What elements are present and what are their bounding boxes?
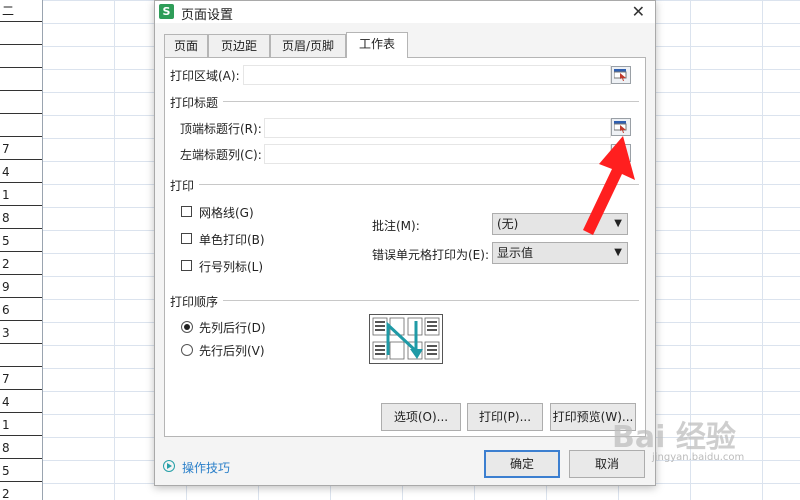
cell-a3[interactable] <box>0 46 42 68</box>
down-then-over-label: 先列后行(D) <box>199 321 266 335</box>
cell-a20[interactable]: 8 <box>0 437 42 459</box>
cell-a4[interactable] <box>0 69 42 91</box>
watermark-logo: Bai 经验 <box>612 420 736 455</box>
cell-a21[interactable]: 5 <box>0 460 42 482</box>
print-order-section: 打印顺序 <box>170 295 219 309</box>
play-tip-icon[interactable] <box>163 460 175 472</box>
cell-a19[interactable]: 1 <box>0 414 42 436</box>
cell-a1[interactable]: 二 <box>0 0 42 22</box>
cell-a2[interactable] <box>0 23 42 45</box>
worksheet-panel: 打印区域(A): 打印标题 顶端标题行(R): 左端标题列(C): 打印 网格线… <box>164 57 646 437</box>
cell-a10[interactable]: 8 <box>0 207 42 229</box>
tips-link[interactable]: 操作技巧 <box>182 459 230 476</box>
errors-value: 显示值 <box>497 246 534 260</box>
print-button[interactable]: 打印(P)... <box>467 403 543 431</box>
section-divider <box>223 101 639 102</box>
tab-margins[interactable]: 页边距 <box>208 34 270 57</box>
cell-a9[interactable]: 1 <box>0 184 42 206</box>
options-button[interactable]: 选项(O)... <box>381 403 461 431</box>
left-cols-label: 左端标题列(C): <box>180 148 262 162</box>
tab-worksheet[interactable]: 工作表 <box>346 32 408 58</box>
print-area-input[interactable] <box>243 65 611 85</box>
print-titles-section: 打印标题 <box>170 96 219 110</box>
print-area-range-picker[interactable] <box>611 66 631 84</box>
watermark: Bai 经验 jingyan.baidu.com <box>612 412 762 472</box>
page-setup-dialog: S 页面设置 ✕ 页面 页边距 页眉/页脚 工作表 打印区域(A): 打印标题 … <box>154 0 656 486</box>
top-rows-input[interactable] <box>264 118 611 138</box>
gridlines-label: 网格线(G) <box>199 206 254 220</box>
ok-button[interactable]: 确定 <box>484 450 560 478</box>
cell-a17[interactable]: 7 <box>0 368 42 390</box>
cell-a6[interactable] <box>0 115 42 137</box>
range-select-icon <box>614 69 627 81</box>
errors-label: 错误单元格打印为(E): <box>372 248 489 262</box>
dropdown-arrow-icon: ▼ <box>614 247 622 258</box>
section-divider <box>223 300 639 301</box>
dialog-titlebar: S 页面设置 ✕ <box>155 1 655 23</box>
gridlines-checkbox[interactable] <box>181 206 192 217</box>
section-divider <box>199 184 639 185</box>
errors-select[interactable]: 显示值 ▼ <box>492 242 628 264</box>
monochrome-label: 单色打印(B) <box>199 233 265 247</box>
tab-page[interactable]: 页面 <box>164 34 208 57</box>
over-then-down-label: 先行后列(V) <box>199 344 265 358</box>
page-order-diagram-icon <box>372 317 440 360</box>
print-order-preview <box>369 314 443 364</box>
cell-a8[interactable]: 4 <box>0 161 42 183</box>
cell-a18[interactable]: 4 <box>0 391 42 413</box>
cell-a16[interactable] <box>0 345 42 367</box>
tab-header-footer[interactable]: 页眉/页脚 <box>270 34 346 57</box>
wps-app-icon: S <box>159 4 174 19</box>
comments-value: (无) <box>497 217 519 231</box>
red-annotation-arrow <box>583 136 635 235</box>
column-a: 二741852963741852 <box>0 0 43 500</box>
watermark-url: jingyan.baidu.com <box>652 452 745 463</box>
cell-a11[interactable]: 5 <box>0 230 42 252</box>
monochrome-checkbox[interactable] <box>181 233 192 244</box>
cell-a5[interactable] <box>0 92 42 114</box>
cell-a22[interactable]: 2 <box>0 483 42 500</box>
print-section: 打印 <box>170 179 195 193</box>
down-then-over-radio[interactable] <box>181 321 193 333</box>
row-col-headings-checkbox[interactable] <box>181 260 192 271</box>
row-col-headings-label: 行号列标(L) <box>199 260 264 274</box>
cell-a14[interactable]: 6 <box>0 299 42 321</box>
comments-label: 批注(M): <box>372 219 420 233</box>
over-then-down-radio[interactable] <box>181 344 193 356</box>
cell-a13[interactable]: 9 <box>0 276 42 298</box>
close-icon[interactable]: ✕ <box>632 2 645 21</box>
cell-a7[interactable]: 7 <box>0 138 42 160</box>
left-cols-input[interactable] <box>264 144 611 164</box>
print-area-label: 打印区域(A): <box>170 69 240 83</box>
top-rows-label: 顶端标题行(R): <box>180 122 262 136</box>
cell-a12[interactable]: 2 <box>0 253 42 275</box>
cell-a15[interactable]: 3 <box>0 322 42 344</box>
dialog-title: 页面设置 <box>181 8 234 23</box>
